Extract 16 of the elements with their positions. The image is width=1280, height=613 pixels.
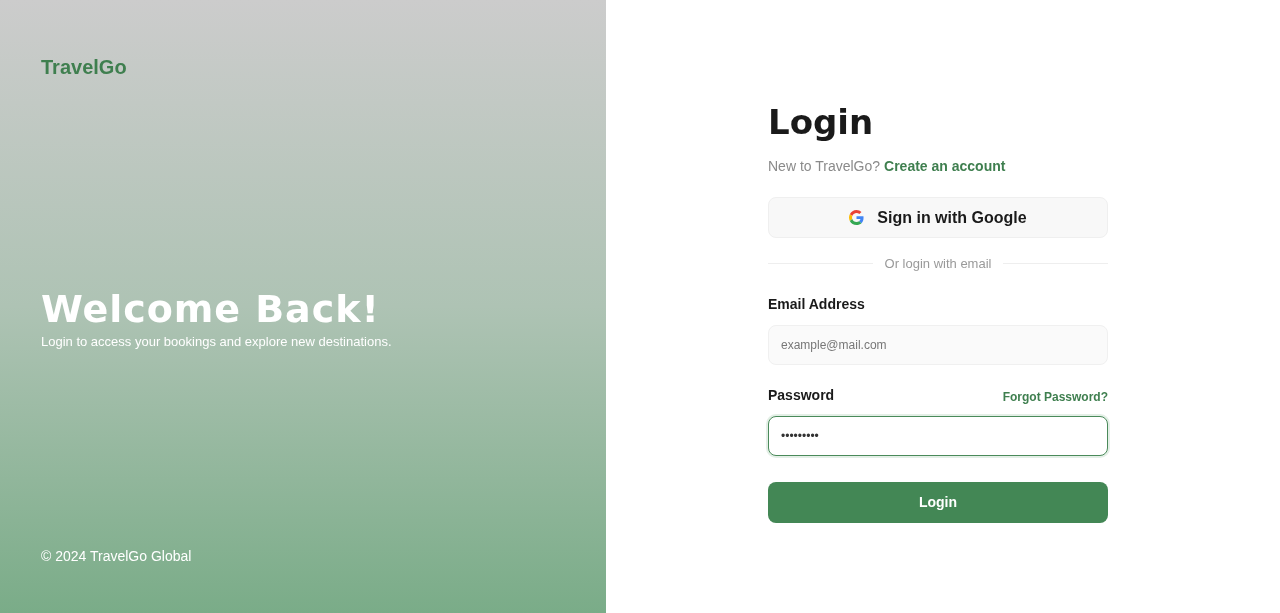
input-field[interactable]: ••••••••• [768,415,1108,456]
google-sign-in-button[interactable]: Sign in with Google [768,197,1108,238]
divider-text: Or login with email [884,255,992,273]
field-label: Password [768,385,835,405]
forgot-password-link[interactable]: Forgot Password? [1002,387,1108,406]
google-icon [849,210,865,225]
create-account-link[interactable]: Create an account [884,156,1006,177]
input-field[interactable]: example@mail.com [768,324,1108,365]
hero-subtitle: Login to access your bookings and explore new destinations. [41,333,392,351]
copyright-text: © 2024 TravelGo Global [41,547,192,566]
login-button[interactable]: Login [768,481,1108,523]
brand-logo: TravelGo [41,55,127,80]
signup-prompt: New to TravelGo? [768,157,881,176]
form-title: Login [768,101,874,144]
field-label: Email Address [768,294,865,314]
hero-title: Welcome Back! [41,288,380,330]
